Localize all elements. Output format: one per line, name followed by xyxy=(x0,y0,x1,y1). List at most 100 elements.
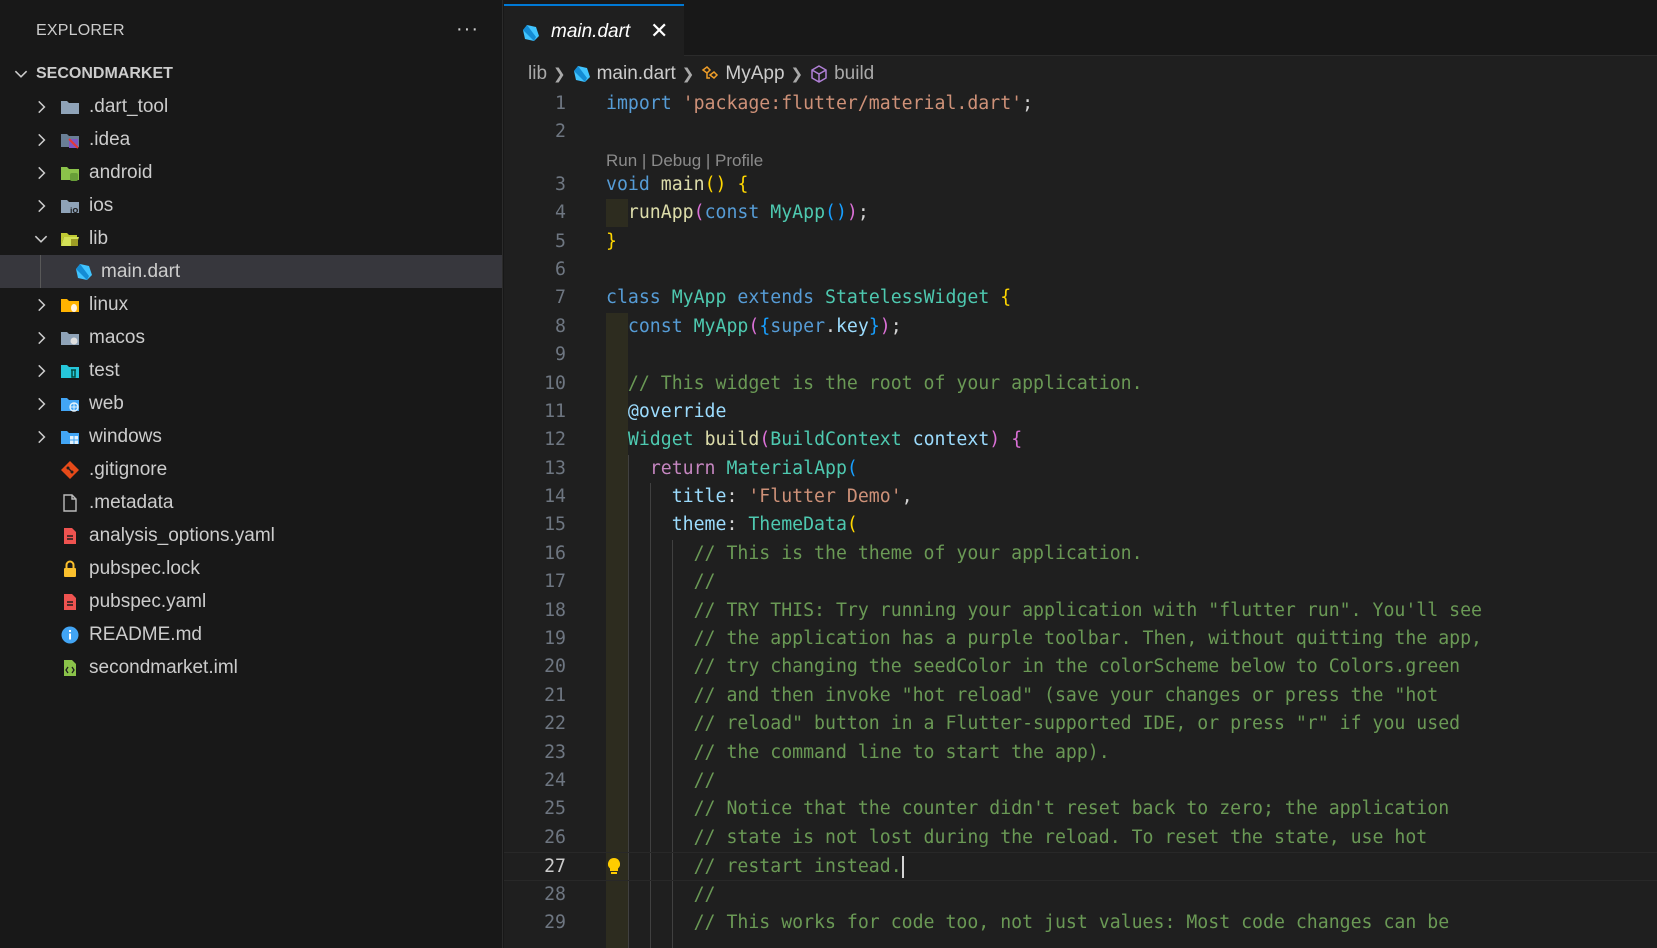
code-text: import 'package:flutter/material.dart'; xyxy=(606,90,1033,118)
code-line[interactable]: 1 import 'package:flutter/material.dart'; xyxy=(504,90,1657,118)
code-token: ) xyxy=(989,429,1001,451)
file-icon xyxy=(63,494,77,512)
code-line[interactable]: 14 title: 'Flutter Demo', xyxy=(504,483,1657,511)
tree-folder-android[interactable]: android xyxy=(0,156,502,189)
chevron-down-icon[interactable] xyxy=(32,230,50,248)
windows-folder-icon xyxy=(61,431,79,444)
tree-file-main-dart[interactable]: main.dart xyxy=(0,255,502,288)
code-token: ; xyxy=(857,202,869,224)
tree-file-analysis-options-yaml[interactable]: analysis_options.yaml xyxy=(0,519,502,552)
tree-item-label: ios xyxy=(89,195,114,216)
tree-folder-ios[interactable]: iOS ios xyxy=(0,189,502,222)
code-line[interactable]: 20 // try changing the seedColor in the … xyxy=(504,653,1657,681)
code-token: StatelessWidget xyxy=(825,287,990,309)
tree-file-secondmarket-iml[interactable]: secondmarket.iml xyxy=(0,651,502,684)
chevron-right-icon[interactable] xyxy=(32,428,50,446)
tab-bar: main.dart ✕ xyxy=(504,0,1657,56)
chevron-right-icon[interactable] xyxy=(32,362,50,380)
tree-folder-linux[interactable]: linux xyxy=(0,288,502,321)
tree-folder-web[interactable]: web xyxy=(0,387,502,420)
code-text: @override xyxy=(606,398,727,426)
code-token: ( xyxy=(846,514,858,536)
code-line[interactable]: 6 xyxy=(504,256,1657,284)
code-line[interactable]: 19 // the application has a purple toolb… xyxy=(504,625,1657,653)
close-icon[interactable]: ✕ xyxy=(650,18,668,44)
chevron-right-icon[interactable] xyxy=(32,131,50,149)
tree-item-label: linux xyxy=(89,294,129,315)
code-line[interactable]: 18 // TRY THIS: Try running your applica… xyxy=(504,597,1657,625)
breadcrumb-file[interactable]: main.dart xyxy=(597,63,676,85)
code-line[interactable]: 23 // the command line to start the app)… xyxy=(504,739,1657,767)
code-token: MyApp xyxy=(770,202,826,224)
line-number: 20 xyxy=(544,656,566,678)
tab-main-dart[interactable]: main.dart ✕ xyxy=(504,4,684,56)
line-number: 10 xyxy=(544,372,566,394)
code-token: main xyxy=(660,173,705,195)
code-text: title: 'Flutter Demo', xyxy=(606,483,913,511)
chevron-right-icon[interactable] xyxy=(32,98,50,116)
code-line[interactable]: 3 void main() { xyxy=(504,171,1657,199)
code-line[interactable]: 10 // This widget is the root of your ap… xyxy=(504,370,1657,398)
code-line[interactable]: 17 // xyxy=(504,568,1657,596)
tree-folder-windows[interactable]: windows xyxy=(0,420,502,453)
tree-folder-dart-tool[interactable]: .dart_tool xyxy=(0,90,502,123)
code-line[interactable]: 12 Widget build(BuildContext context) { xyxy=(504,426,1657,454)
code-line[interactable]: 8 const MyApp({super.key}); xyxy=(504,313,1657,341)
code-line[interactable]: 13 return MaterialApp( xyxy=(504,455,1657,483)
code-line[interactable]: 21 // and then invoke "hot reload" (save… xyxy=(504,682,1657,710)
code-token: const xyxy=(704,202,760,224)
editor-area: main.dart ✕ lib ❯ main.dart ❯ MyApp ❯ bu… xyxy=(504,0,1657,948)
code-line[interactable]: 27 // restart instead. xyxy=(504,852,1657,881)
tree-file-pubspec-yaml[interactable]: pubspec.yaml xyxy=(0,585,502,618)
code-line[interactable]: 22 // reload" button in a Flutter-suppor… xyxy=(504,710,1657,738)
code-text: return MaterialApp( xyxy=(606,455,858,483)
code-line[interactable]: 26 // state is not lost during the reloa… xyxy=(504,824,1657,852)
code-text: const MyApp({super.key}); xyxy=(606,313,902,341)
chevron-right-icon[interactable] xyxy=(32,395,50,413)
code-token: void xyxy=(606,173,650,195)
code-line[interactable]: 11 @override xyxy=(504,398,1657,426)
code-token: // the application has a purple toolbar.… xyxy=(693,628,1482,650)
tree-file-readme-md[interactable]: README.md xyxy=(0,618,502,651)
code-line[interactable]: 25 // Notice that the counter didn't res… xyxy=(504,795,1657,823)
tree-folder-test[interactable]: test xyxy=(0,354,502,387)
chevron-right-icon[interactable] xyxy=(32,329,50,347)
code-line[interactable]: 16 // This is the theme of your applicat… xyxy=(504,540,1657,568)
chevron-right-icon[interactable] xyxy=(32,197,50,215)
code-line[interactable]: 5} xyxy=(504,228,1657,256)
line-number: 5 xyxy=(555,230,566,252)
tree-folder-macos[interactable]: macos xyxy=(0,321,502,354)
chevron-right-icon[interactable] xyxy=(32,296,50,314)
code-line[interactable]: 2 xyxy=(504,118,1657,146)
breadcrumb-method[interactable]: build xyxy=(834,63,874,85)
chevron-right-icon[interactable] xyxy=(32,164,50,182)
code-line[interactable]: 15 theme: ThemeData( xyxy=(504,511,1657,539)
tree-folder-lib[interactable]: lib xyxy=(0,222,502,255)
codelens-run-debug-profile[interactable]: Run | Debug | Profile xyxy=(504,147,1657,171)
svg-text:iOS: iOS xyxy=(70,207,80,215)
code-line[interactable]: 9 xyxy=(504,341,1657,369)
code-line[interactable]: 29 // This works for code too, not just … xyxy=(504,909,1657,937)
code-line[interactable]: 7 class MyApp extends StatelessWidget { xyxy=(504,284,1657,312)
tree-folder-idea[interactable]: .idea xyxy=(0,123,502,156)
code-text: void main() { xyxy=(606,171,748,199)
breadcrumb-class[interactable]: MyApp xyxy=(725,63,784,85)
tree-file-pubspec-lock[interactable]: pubspec.lock xyxy=(0,552,502,585)
more-actions-icon[interactable]: ··· xyxy=(456,18,479,41)
code-editor[interactable]: 1 import 'package:flutter/material.dart';… xyxy=(504,90,1657,948)
tree-file-gitignore[interactable]: .gitignore xyxy=(0,453,502,486)
code-token: () xyxy=(825,202,847,224)
code-line[interactable]: 28 // xyxy=(504,881,1657,909)
code-line[interactable]: 24 // xyxy=(504,767,1657,795)
breadcrumb-folder[interactable]: lib xyxy=(528,63,547,85)
code-line[interactable]: 4 runApp(const MyApp()); xyxy=(504,199,1657,227)
tree-file-metadata[interactable]: .metadata xyxy=(0,486,502,519)
project-root[interactable]: SECONDMARKET xyxy=(0,59,502,89)
code-text: // xyxy=(606,767,716,795)
